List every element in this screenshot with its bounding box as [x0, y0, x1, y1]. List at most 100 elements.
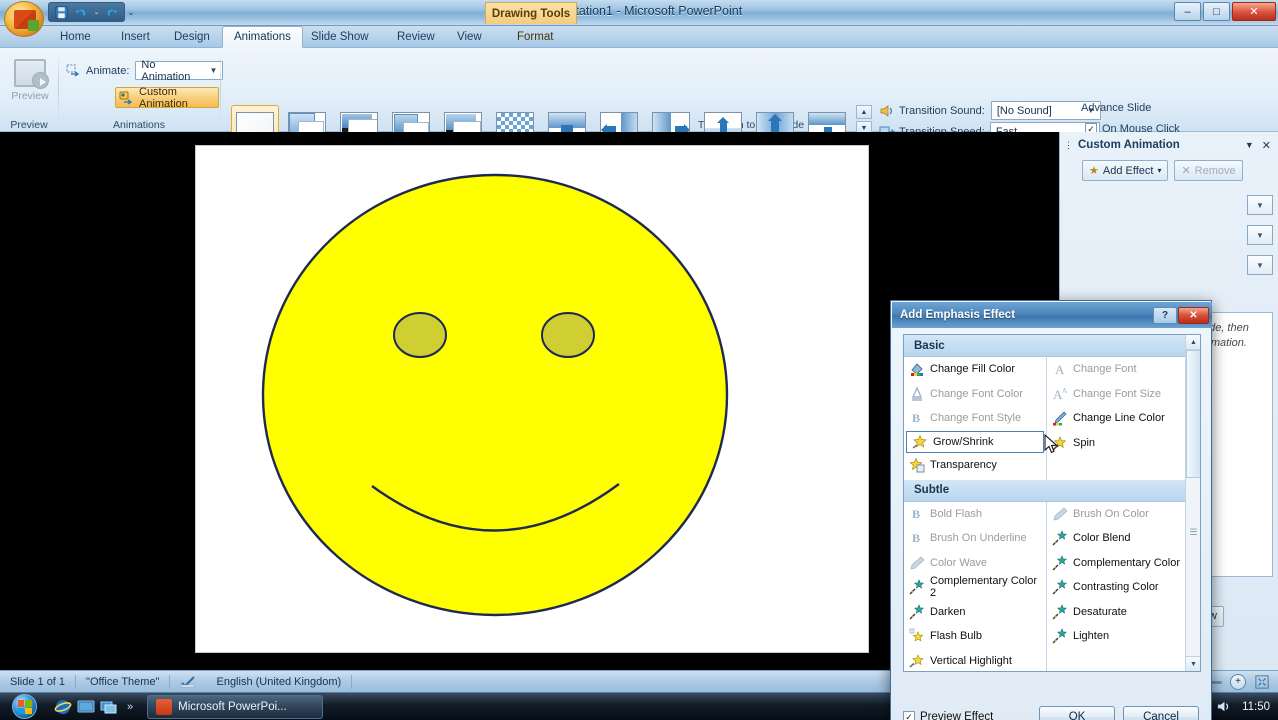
preview-effect-checkbox[interactable]: ✓ [903, 711, 915, 720]
smiley-face-shape[interactable] [196, 146, 868, 652]
add-effect-button[interactable]: ★ Add Effect ▾ [1082, 160, 1169, 181]
start-button[interactable] [2, 694, 46, 720]
effect-bold-flash[interactable]: B Bold Flash [904, 502, 1046, 527]
scrollbar-thumb[interactable] [1186, 350, 1200, 478]
effect-lighten[interactable]: Lighten [1047, 624, 1186, 649]
effect-complementary-color[interactable]: Complementary Color [1047, 551, 1186, 576]
effect-change-font-style[interactable]: B Change Font Style [904, 406, 1046, 431]
tab-animations[interactable]: Animations [222, 26, 303, 48]
svg-text:B: B [912, 411, 920, 425]
theme-indicator[interactable]: "Office Theme" [76, 671, 169, 693]
effect-label: Darken [930, 605, 966, 618]
office-logo-icon [14, 10, 39, 31]
effect-label: Lighten [1073, 630, 1110, 643]
show-desktop-icon[interactable] [77, 698, 95, 716]
dialog-close-button[interactable]: ✕ [1178, 306, 1209, 324]
chevron-down-icon[interactable]: ▼ [207, 66, 221, 75]
add-effect-label: Add Effect [1102, 164, 1154, 177]
effect-brush-on-color[interactable]: Brush On Color [1047, 502, 1186, 527]
gallery-scroll-up-icon[interactable]: ▲ [856, 105, 872, 119]
cancel-button[interactable]: Cancel [1123, 705, 1199, 720]
preview-effect-label[interactable]: Preview Effect [920, 711, 993, 720]
effects-grid-basic: Change Fill Color Change Font Color B Ch… [904, 357, 1200, 480]
status-divider [351, 674, 353, 689]
tab-design[interactable]: Design [163, 26, 221, 48]
effect-speed-dropdown[interactable]: ▼ [1247, 255, 1273, 275]
task-pane-header: ⋮ Custom Animation ▼ ✕ [1060, 135, 1278, 155]
task-pane-close-icon[interactable]: ✕ [1258, 139, 1275, 152]
effect-change-fill-color[interactable]: Change Fill Color [904, 357, 1046, 382]
effect-desaturate[interactable]: Desaturate [1047, 600, 1186, 625]
animate-dropdown[interactable]: No Animation ▼ [135, 59, 224, 83]
internet-explorer-icon[interactable] [54, 698, 72, 716]
spellcheck-icon[interactable] [170, 671, 206, 693]
effect-contrasting-color[interactable]: Contrasting Color [1047, 575, 1186, 600]
effect-change-font[interactable]: A Change Font [1047, 357, 1186, 382]
effects-grid-subtle: B Bold Flash B Brush On Underline Color … [904, 501, 1200, 672]
tab-review[interactable]: Review [386, 26, 446, 48]
effect-label: Grow/Shrink [933, 435, 994, 448]
fit-window-icon[interactable] [1252, 673, 1272, 690]
effects-column-left: B Bold Flash B Brush On Underline Color … [904, 502, 1046, 672]
effect-label: Change Line Color [1073, 412, 1165, 425]
custom-animation-label: Custom Animation [139, 85, 188, 110]
custom-animation-button[interactable]: Custom Animation [115, 85, 219, 110]
effect-flash-bulb[interactable]: Flash Bulb [904, 624, 1046, 649]
effect-start-dropdown[interactable]: ▼ [1247, 195, 1273, 215]
scroll-down-icon[interactable]: ▼ [1186, 656, 1200, 671]
taskbar-clock[interactable]: 11:50 [1242, 701, 1270, 713]
effect-label: Flash Bulb [930, 630, 982, 643]
custom-animation-icon [119, 90, 135, 106]
effect-grow-shrink[interactable]: Grow/Shrink [906, 430, 1044, 453]
ok-button[interactable]: OK [1039, 705, 1115, 720]
work-area: ⋮ Custom Animation ▼ ✕ ★ Add Effect ▾ ✕ … [0, 132, 1278, 720]
task-pane-menu-icon[interactable]: ▼ [1241, 140, 1258, 150]
effects-column-left: Change Fill Color Change Font Color B Ch… [904, 357, 1046, 480]
tab-view[interactable]: View [446, 26, 493, 48]
dialog-list-scrollbar[interactable]: ▲ ☰ ▼ [1185, 335, 1200, 671]
effect-vertical-highlight[interactable]: Vertical Highlight [904, 649, 1046, 672]
effects-listbox[interactable]: Basic Change Fill Color Change Font Colo… [903, 334, 1201, 672]
switch-windows-icon[interactable] [100, 698, 118, 716]
effect-complementary-color-2[interactable]: Complementary Color 2 [904, 575, 1046, 600]
title-bar: ⌄ ⌄ Presentation1 - Microsoft PowerPoint… [0, 0, 1278, 37]
slide-indicator[interactable]: Slide 1 of 1 [0, 671, 75, 693]
quick-launch-more-icon[interactable]: » [127, 701, 133, 713]
slide-canvas[interactable] [195, 145, 869, 653]
language-indicator[interactable]: English (United Kingdom) [206, 671, 351, 693]
chevron-down-icon[interactable]: ▾ [1157, 166, 1161, 175]
effect-label: Complementary Color [1073, 556, 1180, 569]
effect-change-font-color[interactable]: Change Font Color [904, 382, 1046, 407]
taskbar-item-powerpoint[interactable]: Microsoft PowerPoi... [147, 694, 324, 719]
ribbon-group-preview: Preview Preview [0, 48, 58, 132]
effect-change-font-size[interactable]: AA Change Font Size [1047, 382, 1186, 407]
minimize-button[interactable]: – [1174, 2, 1201, 21]
dialog-footer: ✓ Preview Effect OK Cancel [903, 705, 1199, 720]
effect-darken[interactable]: Darken [904, 600, 1046, 625]
zoom-in-button[interactable]: + [1230, 673, 1246, 690]
effect-spin[interactable]: Spin [1047, 431, 1186, 456]
effect-color-wave[interactable]: Color Wave [904, 551, 1046, 576]
effect-transparency[interactable]: Transparency [904, 453, 1046, 478]
tab-insert[interactable]: Insert [110, 26, 161, 48]
preview-button[interactable]: Preview [8, 56, 52, 112]
dialog-help-button[interactable]: ? [1153, 306, 1177, 324]
volume-icon[interactable] [1216, 699, 1231, 714]
tab-slide-show[interactable]: Slide Show [300, 26, 380, 48]
effect-color-blend[interactable]: Color Blend [1047, 526, 1186, 551]
tab-format[interactable]: Format [506, 26, 564, 48]
remove-icon: ✕ [1181, 165, 1191, 177]
scroll-up-icon[interactable]: ▲ [1186, 335, 1200, 350]
change-font-effect-icon: A [1052, 361, 1068, 377]
effect-brush-on-underline[interactable]: B Brush On Underline [904, 526, 1046, 551]
maximize-button[interactable]: □ [1203, 2, 1230, 21]
effect-property-dropdown[interactable]: ▼ [1247, 225, 1273, 245]
effect-label: Brush On Underline [930, 532, 1027, 545]
svg-text:B: B [912, 531, 920, 545]
office-button[interactable] [4, 1, 44, 37]
effect-change-line-color[interactable]: Change Line Color [1047, 406, 1186, 431]
close-button[interactable]: ✕ [1232, 2, 1276, 21]
tab-home[interactable]: Home [49, 26, 102, 48]
add-effect-icon: ★ [1089, 165, 1099, 177]
remove-effect-button[interactable]: ✕ Remove [1174, 160, 1243, 181]
